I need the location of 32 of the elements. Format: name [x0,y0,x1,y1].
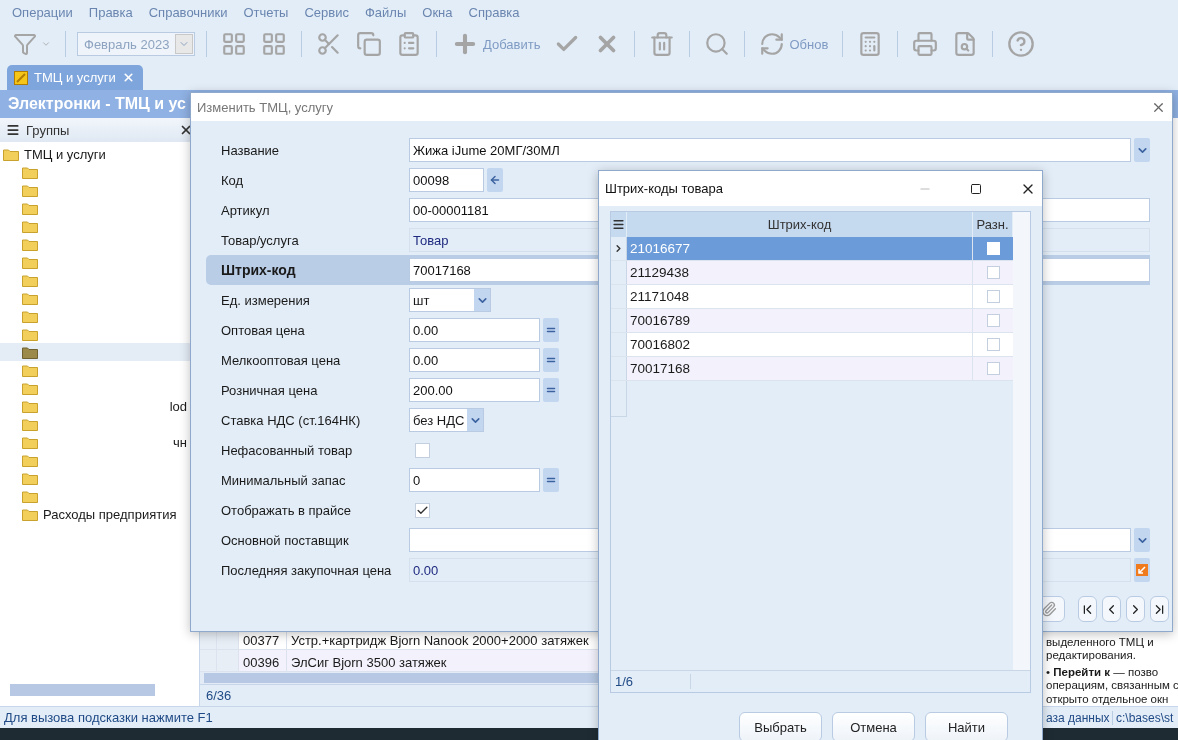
table-cell: 21171048 [627,285,973,308]
table-cell: 21016677 [627,237,973,260]
status-hint: Для вызова подсказки нажмите F1 [3,710,214,725]
field-label: Артикул [220,202,271,218]
field-label: Розничная цена [220,382,319,398]
help-text: выделенного ТМЦ и [1046,635,1155,649]
window-title: Изменить ТМЦ, услугу [197,99,335,115]
table-cell: 70017168 [627,357,973,380]
help-text: • Перейти к — позво [1046,665,1160,679]
record-counter: 1/6 [611,674,691,689]
table-cell: 70016802 [627,333,973,356]
field-label: Оптовая цена [220,322,306,338]
field-label: Ставка НДС (ст.164НК) [220,412,362,428]
field-label: Нефасованный товар [220,442,354,458]
field-label: Название [220,142,281,158]
help-text: открыто отдельное окн [1046,692,1170,706]
field-label: Штрих-код [220,262,297,278]
table-cell: 21129438 [627,261,973,284]
field-label: Отображать в прайсе [220,502,353,518]
field-label: Основной поставщик [220,532,350,548]
field-label: Минимальный запас [220,472,347,488]
field-label: Ед. измерения [220,292,311,308]
table-cell: 00396 [239,650,287,671]
field-label: Товар/услуга [220,232,300,248]
window-title: Штрих-коды товара [605,181,724,196]
field-label: Мелкооптовая цена [220,352,342,368]
help-text: операциям, связанным с [1046,679,1178,693]
status-item: c:\bases\st [1112,710,1178,725]
help-text: редактирования. [1046,649,1137,663]
field-label: Код [220,172,245,188]
field-label: Последняя закупочная цена [220,562,393,578]
table-cell: 70016789 [627,309,973,332]
